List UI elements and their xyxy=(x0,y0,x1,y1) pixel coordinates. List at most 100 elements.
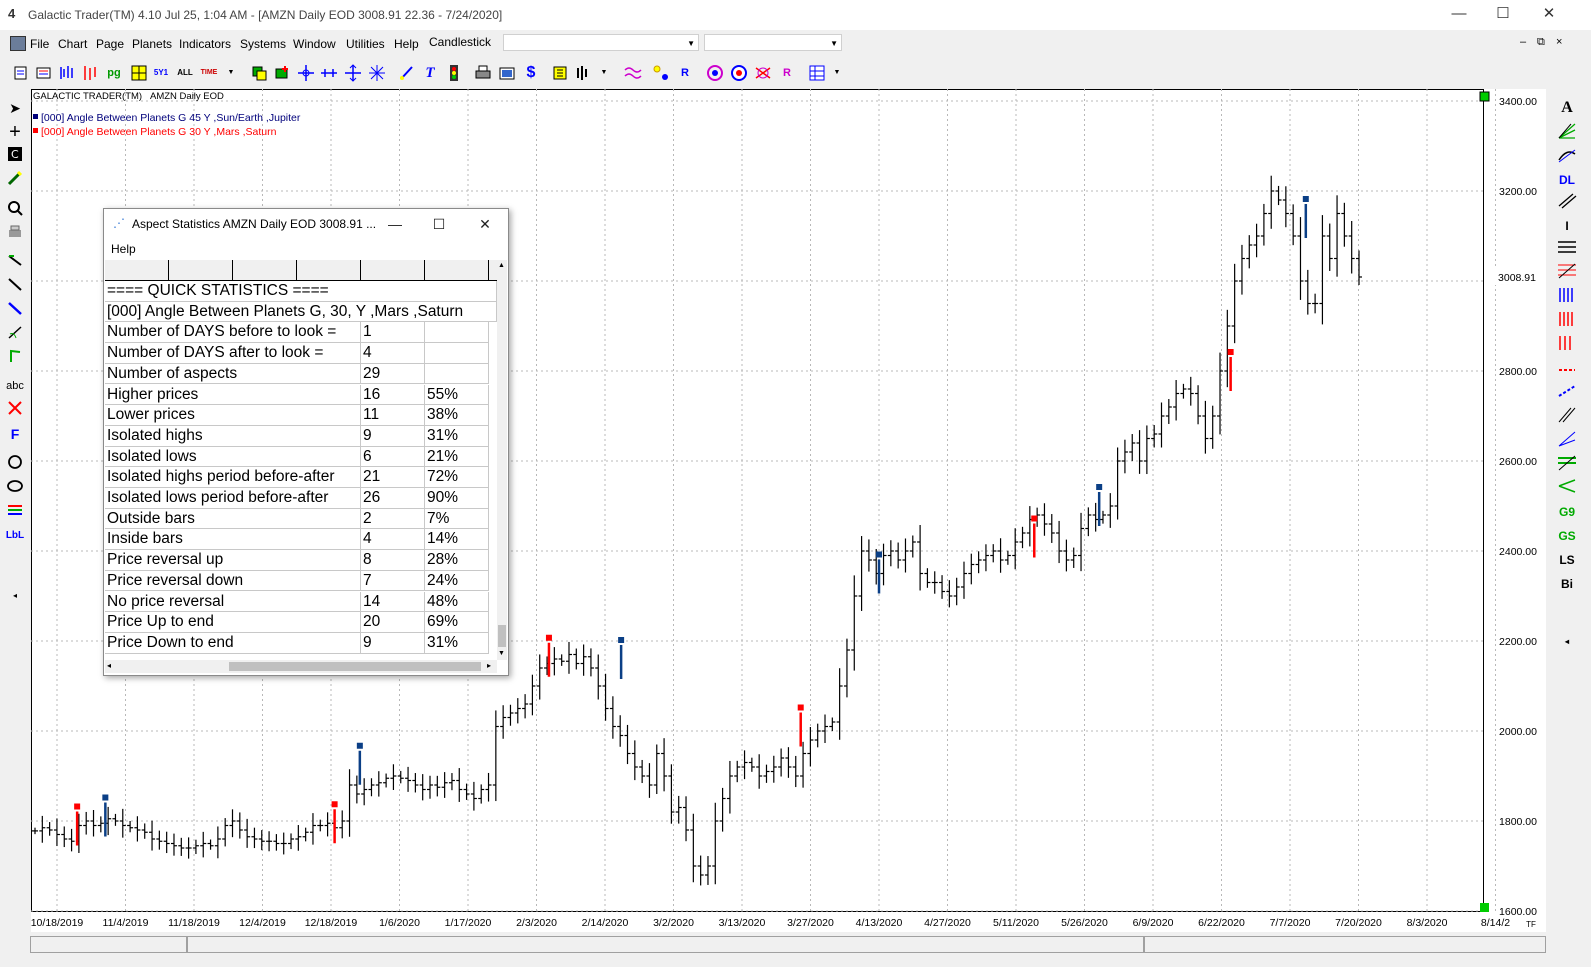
stats-count-cell[interactable]: 7 xyxy=(361,570,425,592)
layers-icon[interactable] xyxy=(250,64,268,82)
hscroll-thumb[interactable] xyxy=(229,662,481,671)
circle-tool-icon[interactable] xyxy=(4,454,26,474)
mdi-minimize-button[interactable]: – xyxy=(1520,36,1526,48)
stats-label-cell[interactable]: Number of DAYS before to look = xyxy=(105,322,361,344)
preview-icon[interactable] xyxy=(498,64,516,82)
dollar-icon[interactable]: $ xyxy=(522,64,540,82)
pencil-icon[interactable] xyxy=(4,170,26,190)
bars-icon[interactable] xyxy=(58,64,76,82)
aspect-icon[interactable] xyxy=(754,64,772,82)
right-vlines-blue-icon[interactable] xyxy=(1550,286,1584,306)
scroll-left-icon[interactable]: ◂ xyxy=(107,661,111,670)
target-icon[interactable] xyxy=(706,64,724,82)
menu-chart[interactable]: Chart xyxy=(58,37,87,51)
pg-icon[interactable]: pg xyxy=(105,64,123,82)
stats-count-cell[interactable]: 4 xyxy=(361,343,425,364)
r-icon[interactable]: R xyxy=(676,64,694,82)
stats-percent-cell[interactable]: 72% xyxy=(425,467,489,488)
grid-icon[interactable] xyxy=(130,64,148,82)
stats-label-cell[interactable]: Price Down to end xyxy=(105,632,361,654)
right-cycles-icon[interactable] xyxy=(1550,358,1584,378)
stats-count-cell[interactable]: 21 xyxy=(361,467,425,488)
menu-help[interactable]: Help xyxy=(394,37,419,51)
dialog-maximize-button[interactable]: ☐ xyxy=(419,212,459,236)
flag-icon[interactable] xyxy=(551,64,569,82)
stats-count-cell[interactable]: 1 xyxy=(361,322,425,344)
combo-select-2[interactable]: ▼ xyxy=(503,34,699,51)
stats-percent-cell[interactable]: 48% xyxy=(425,591,489,613)
stats-label-cell[interactable]: Outside bars xyxy=(105,508,361,530)
crosshair-icon[interactable] xyxy=(297,64,315,82)
stats-percent-cell[interactable] xyxy=(425,343,489,364)
right-tool-i[interactable]: I xyxy=(1550,216,1584,236)
arc-tool-icon[interactable] xyxy=(4,324,26,344)
stats-percent-cell[interactable]: 28% xyxy=(425,550,489,571)
grid-header-col-3[interactable] xyxy=(233,260,297,280)
scroll-thumb[interactable] xyxy=(498,625,506,647)
grid-header-col-5[interactable] xyxy=(361,260,425,280)
abc-text-tool[interactable]: abc xyxy=(4,376,26,396)
right-trend-icon[interactable] xyxy=(1550,382,1584,402)
menu-file[interactable]: File xyxy=(30,37,49,51)
maximize-button[interactable]: ☐ xyxy=(1480,0,1526,30)
candles-icon[interactable] xyxy=(82,64,100,82)
right-collapse-icon[interactable]: ◂ xyxy=(1550,632,1584,652)
dialog-title-bar[interactable]: ⋰ Aspect Statistics AMZN Daily EOD 3008.… xyxy=(104,209,508,239)
menu-page[interactable]: Page xyxy=(96,37,124,51)
scroll-up-icon[interactable]: ▲ xyxy=(498,262,505,269)
channel-tool-icon[interactable] xyxy=(4,348,26,368)
stats-label-cell[interactable]: Isolated lows xyxy=(105,446,361,468)
combo-select-3[interactable]: ▼ xyxy=(704,34,842,51)
dropdown-2-icon[interactable]: ▼ xyxy=(595,64,613,82)
stats-count-cell[interactable]: 14 xyxy=(361,591,425,613)
dropdown-3-icon[interactable]: ▼ xyxy=(828,64,846,82)
dropdown-icon[interactable]: ▼ xyxy=(222,64,240,82)
time-icon[interactable]: TIME xyxy=(200,64,218,82)
ellipse-tool-icon[interactable] xyxy=(4,478,26,498)
ray-tool-icon[interactable] xyxy=(4,300,26,320)
new-chart-icon[interactable] xyxy=(12,64,30,82)
right-vlines-red-icon[interactable] xyxy=(1550,310,1584,330)
right-fan2-icon[interactable] xyxy=(1550,430,1584,450)
arrows-icon[interactable] xyxy=(320,64,338,82)
stats-count-cell[interactable]: 29 xyxy=(361,363,425,385)
stats-percent-cell[interactable]: 31% xyxy=(425,425,489,447)
printer-tool-icon[interactable] xyxy=(4,224,26,244)
print-icon[interactable] xyxy=(474,64,492,82)
scroll-right-icon[interactable]: ▸ xyxy=(487,661,491,670)
stats-label-cell[interactable]: No price reversal xyxy=(105,591,361,613)
stats-label-cell[interactable]: Price reversal down xyxy=(105,570,361,592)
right-fan-icon[interactable] xyxy=(1550,122,1584,142)
stats-label-cell[interactable]: Number of DAYS after to look = xyxy=(105,343,361,364)
add-layer-icon[interactable] xyxy=(273,64,291,82)
stats-label-cell[interactable]: Isolated highs period before-after xyxy=(105,467,361,488)
stats-label-cell[interactable]: Price Up to end xyxy=(105,612,361,633)
stats-count-cell[interactable]: 20 xyxy=(361,612,425,633)
stats-count-cell[interactable]: 2 xyxy=(361,508,425,530)
mdi-restore-button[interactable]: ⧉ xyxy=(1537,36,1545,49)
5y1-icon[interactable]: 5Y1 xyxy=(152,64,170,82)
left-collapse-icon[interactable]: ◂ xyxy=(4,586,26,606)
stats-label-cell[interactable]: [000] Angle Between Planets G, 30, Y ,Ma… xyxy=(105,301,497,323)
zoom-icon[interactable] xyxy=(4,200,26,220)
dialog-vertical-scrollbar[interactable]: ▲ ▼ xyxy=(497,260,507,660)
stats-label-cell[interactable]: Inside bars xyxy=(105,529,361,551)
stats-percent-cell[interactable]: 24% xyxy=(425,570,489,592)
crosshair-tool-icon[interactable]: + xyxy=(4,122,26,142)
menu-indicators[interactable]: Indicators xyxy=(179,37,231,51)
right-tool-a[interactable]: A xyxy=(1550,98,1584,118)
stats-count-cell[interactable]: 9 xyxy=(361,425,425,447)
stats-count-cell[interactable]: 11 xyxy=(361,405,425,426)
lines-tool-icon[interactable] xyxy=(4,502,26,522)
stats-percent-cell[interactable]: 7% xyxy=(425,508,489,530)
right-diag-icon[interactable] xyxy=(1550,406,1584,426)
text-icon[interactable]: T xyxy=(421,64,439,82)
stats-percent-cell[interactable] xyxy=(425,322,489,344)
menu-planets[interactable]: Planets xyxy=(132,37,172,51)
right-vlines-icon[interactable] xyxy=(1550,334,1584,354)
right-tool-gs[interactable]: GS xyxy=(1550,526,1584,546)
stats-label-cell[interactable]: Price reversal up xyxy=(105,550,361,571)
stats-percent-cell[interactable] xyxy=(425,363,489,385)
aspect-statistics-dialog[interactable]: ⋰ Aspect Statistics AMZN Daily EOD 3008.… xyxy=(103,208,509,676)
stats-count-cell[interactable]: 6 xyxy=(361,446,425,468)
